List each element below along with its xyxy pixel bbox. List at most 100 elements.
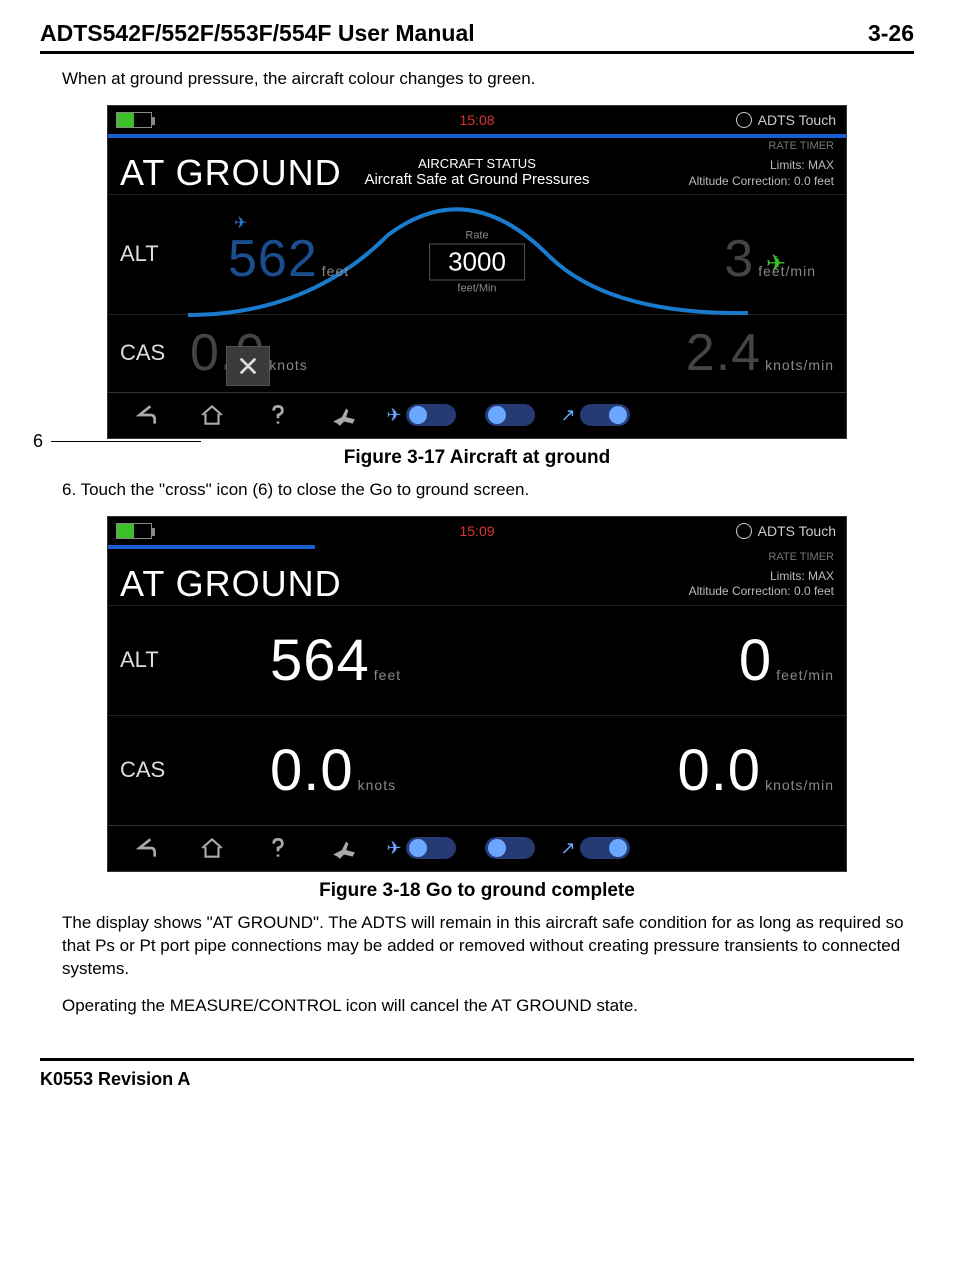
toggle-3-switch (580, 404, 630, 426)
back-button-2[interactable] (114, 828, 178, 868)
alt-label: ALT (120, 241, 190, 267)
rate-label: Rate (429, 229, 525, 241)
figure-3-17-wrap: 6 15:08 ADTS Touch RATE TIMER AT GROUND … (107, 105, 847, 439)
status-title: AIRCRAFT STATUS (364, 156, 589, 171)
toggle-3-b[interactable]: ↗ (552, 828, 642, 868)
callout-6-line (51, 441, 201, 442)
battery-icon-2 (116, 523, 152, 539)
help-icon (265, 402, 291, 428)
brand-label-2: ADTS Touch (736, 523, 836, 539)
cas-value-group-2: 0.0 knots (270, 737, 396, 804)
limits-line-2: Altitude Correction: 0.0 feet (689, 174, 834, 190)
figure-3-18-caption: Figure 3-18 Go to ground complete (40, 880, 914, 902)
page-header: ADTS542F/552F/553F/554F User Manual 3-26 (40, 20, 914, 54)
limits-line-2-2: Altitude Correction: 0.0 feet (689, 584, 834, 600)
toggle-1-b[interactable]: ✈ (378, 828, 468, 868)
rate-timer-label: RATE TIMER (108, 138, 846, 152)
clock: 15:08 (459, 112, 494, 128)
status-text: Aircraft Safe at Ground Pressures (364, 171, 589, 188)
back-button[interactable] (114, 395, 178, 435)
toggle-2-b[interactable] (470, 828, 550, 868)
aircraft-icon-2 (331, 835, 357, 861)
body-para-3: The display shows "AT GROUND". The ADTS … (62, 912, 914, 981)
brand-label: ADTS Touch (736, 112, 836, 128)
toggle-3[interactable]: ↗ (552, 395, 642, 435)
aircraft-button[interactable] (312, 395, 376, 435)
alt-rate-value: 3 (724, 229, 754, 289)
alt-unit: feet (322, 263, 349, 279)
help-button-2[interactable] (246, 828, 310, 868)
doc-title: ADTS542F/552F/553F/554F User Manual (40, 20, 475, 47)
rate-box[interactable]: Rate 3000 feet/Min (429, 229, 525, 294)
alt-value-group: 562 feet (228, 229, 349, 289)
alt-value-group-2: 564 feet (270, 627, 401, 694)
alt-label-2: ALT (120, 647, 190, 673)
toggle-1b-switch (406, 837, 456, 859)
body-para-2: 6. Touch the "cross" icon (6) to close t… (62, 479, 914, 502)
status-bar: 15:08 ADTS Touch (108, 106, 846, 134)
limits-block: Limits: MAX Altitude Correction: 0.0 fee… (689, 152, 834, 189)
alt-value-2: 564 (270, 627, 370, 694)
alt-unit-2: feet (374, 667, 401, 683)
plane-depart-icon-2: ↗ (560, 838, 575, 859)
bottom-toolbar-2: ✈ ↗ (108, 825, 846, 871)
aircraft-status-banner: AIRCRAFT STATUS Aircraft Safe at Ground … (364, 156, 589, 188)
cas-row-2: CAS 0.0 knots 0.0 knots/min (108, 715, 846, 825)
toggle-2b-switch (485, 837, 535, 859)
toggle-2-switch (485, 404, 535, 426)
callout-6-label: 6 (33, 431, 43, 452)
cas-rate-unit-2: knots/min (765, 777, 834, 793)
alt-rate-unit: feet/min (758, 263, 816, 279)
ge-logo-icon (736, 112, 752, 128)
toggle-1[interactable]: ✈ (378, 395, 468, 435)
home-button[interactable] (180, 395, 244, 435)
alt-row-2: ALT 564 feet 0 feet/min (108, 605, 846, 715)
alt-rate-group-2: 0 feet/min (739, 627, 834, 694)
at-ground-label: AT GROUND (120, 152, 342, 194)
toggle-2[interactable] (470, 395, 550, 435)
cas-rate-unit: knots/min (765, 357, 834, 373)
home-icon-2 (199, 835, 225, 861)
body-para-4: Operating the MEASURE/CONTROL icon will … (62, 995, 914, 1018)
screenshot-1: 15:08 ADTS Touch RATE TIMER AT GROUND AI… (107, 105, 847, 439)
help-icon-2 (265, 835, 291, 861)
toggle-1-switch (406, 404, 456, 426)
plane-depart-icon: ↗ (560, 405, 575, 426)
title-row-2: AT GROUND Limits: MAX Altitude Correctio… (108, 563, 846, 605)
rate-unit: feet/Min (429, 282, 525, 294)
cas-value-2: 0.0 (270, 737, 354, 804)
bottom-toolbar: ✈ ↗ (108, 392, 846, 438)
home-button-2[interactable] (180, 828, 244, 868)
status-bar-2: 15:09 ADTS Touch (108, 517, 846, 545)
close-button[interactable] (226, 346, 270, 386)
battery-icon (116, 112, 152, 128)
cas-unit-2: knots (358, 777, 396, 793)
page-footer: K0553 Revision A (40, 1058, 914, 1090)
rate-value: 3000 (429, 243, 525, 280)
rate-timer-label-2: RATE TIMER (108, 549, 846, 563)
body-para-1: When at ground pressure, the aircraft co… (62, 68, 914, 91)
limits-line-1: Limits: MAX (689, 158, 834, 174)
plane-small-icon-2: ✈ (386, 838, 401, 859)
page-number: 3-26 (868, 20, 914, 47)
back-icon (133, 402, 159, 428)
cas-rate-group-2: 0.0 knots/min (677, 737, 834, 804)
alt-value: 562 (228, 229, 318, 289)
help-button[interactable] (246, 395, 310, 435)
at-ground-label-2: AT GROUND (120, 563, 342, 605)
aircraft-icon (331, 402, 357, 428)
cas-rate-value-2: 0.0 (677, 737, 761, 804)
revision-label: K0553 Revision A (40, 1069, 914, 1090)
alt-row: ALT ✈ ✈ 562 feet 3 feet/min Rate 3000 (108, 194, 846, 314)
plane-small-icon: ✈ (386, 405, 401, 426)
back-icon-2 (133, 835, 159, 861)
clock-2: 15:09 (459, 523, 494, 539)
alt-rate-value-2: 0 (739, 627, 772, 694)
screenshot-2: 15:09 ADTS Touch RATE TIMER AT GROUND Li… (107, 516, 847, 872)
brand-text: ADTS Touch (758, 112, 836, 128)
cas-unit: knots (269, 357, 307, 373)
limits-line-1-2: Limits: MAX (689, 569, 834, 585)
brand-text-2: ADTS Touch (758, 523, 836, 539)
aircraft-button-2[interactable] (312, 828, 376, 868)
cas-label-2: CAS (120, 757, 190, 783)
